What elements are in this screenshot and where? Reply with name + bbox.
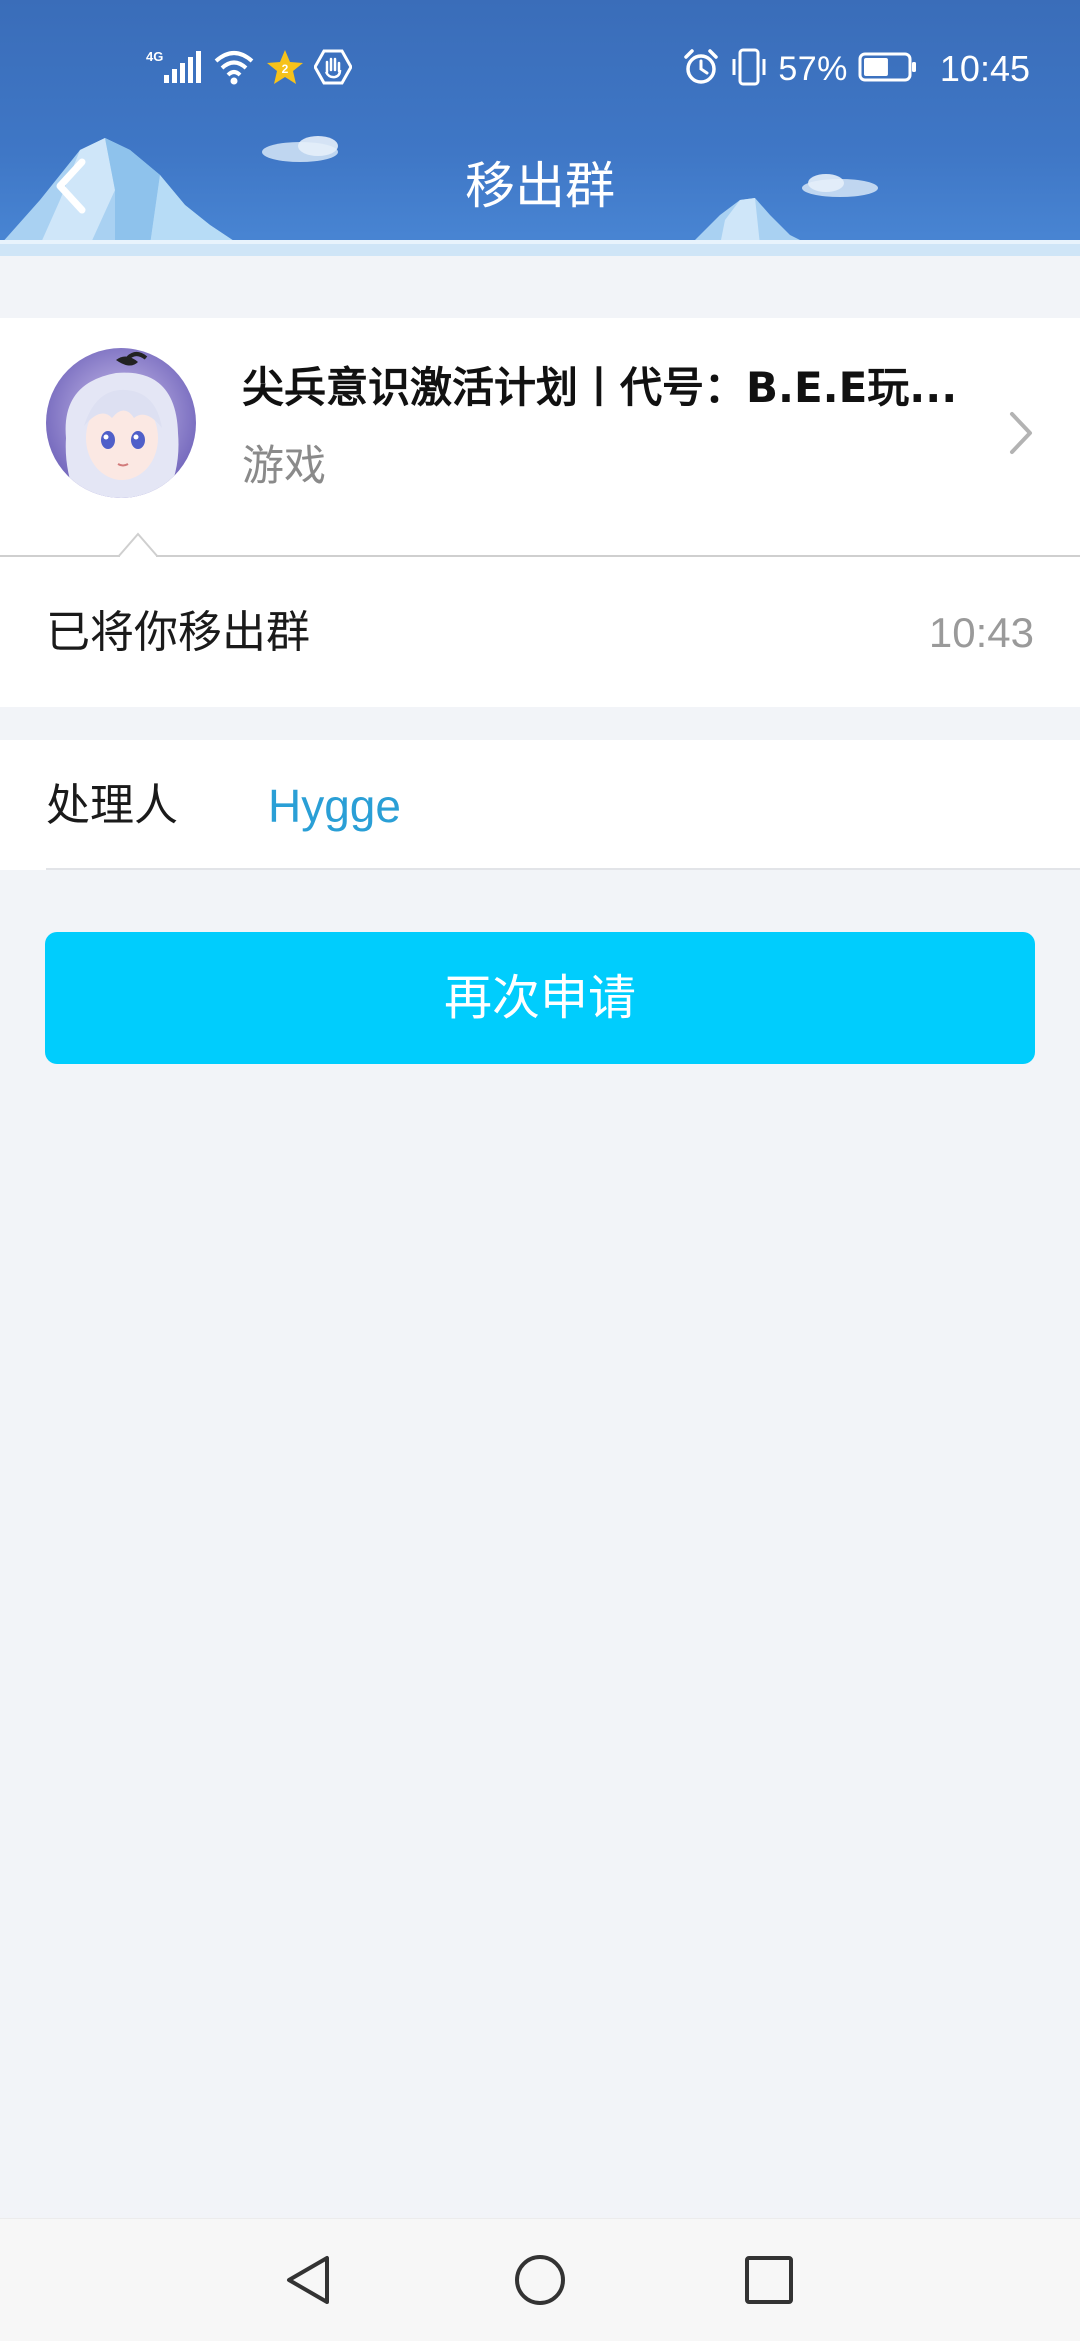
handler-row: 处理人 Hygge: [0, 740, 1080, 870]
nav-home-button[interactable]: [505, 2245, 575, 2315]
wifi-icon: [212, 47, 256, 91]
system-navigation-bar: [0, 2218, 1080, 2341]
handler-label: 处理人: [46, 780, 178, 831]
alarm-icon: [682, 48, 720, 90]
status-left-group: 4G 2: [146, 42, 353, 96]
battery-fill-level: [863, 58, 888, 76]
star-badge-icon: 2: [266, 48, 304, 90]
nav-back-button[interactable]: [274, 2245, 344, 2315]
removal-message-row: 已将你移出群 10:43: [0, 557, 1080, 707]
page-title: 移出群: [465, 157, 615, 215]
status-bar: 4G 2 57% 10:45: [0, 38, 1080, 98]
battery-percent: 57%: [778, 49, 848, 88]
removal-message-text: 已将你移出群: [46, 607, 310, 658]
signal-icon: 4G: [146, 47, 202, 91]
svg-text:2: 2: [282, 62, 289, 76]
group-name: 尖兵意识激活计划丨代号：B.E.E玩...: [242, 363, 958, 412]
battery-icon: [858, 50, 918, 88]
group-info-card[interactable]: 尖兵意识激活计划丨代号：B.E.E玩... 游戏: [0, 318, 1080, 556]
back-triangle-icon: [287, 2256, 329, 2304]
group-category: 游戏: [242, 441, 327, 490]
home-circle-icon: [515, 2255, 565, 2305]
status-right-group: 57% 10:45: [682, 42, 1030, 96]
vibrate-icon: [730, 47, 768, 91]
handler-name-link[interactable]: Hygge: [268, 776, 401, 836]
group-avatar: [46, 348, 196, 498]
reapply-button[interactable]: 再次申请: [45, 932, 1035, 1064]
removal-message-time: 10:43: [928, 609, 1034, 656]
network-type-label: 4G: [146, 49, 163, 64]
pointer-notch: [118, 532, 158, 558]
header-bar: 4G 2 57% 10:45 移出群: [0, 0, 1080, 256]
hand-badge-icon: [313, 48, 353, 90]
recents-square-icon: [745, 2256, 793, 2304]
status-time: 10:45: [939, 48, 1030, 89]
chevron-right-icon: [1010, 412, 1032, 454]
nav-recents-button[interactable]: [734, 2245, 804, 2315]
handler-divider: [46, 868, 1080, 870]
